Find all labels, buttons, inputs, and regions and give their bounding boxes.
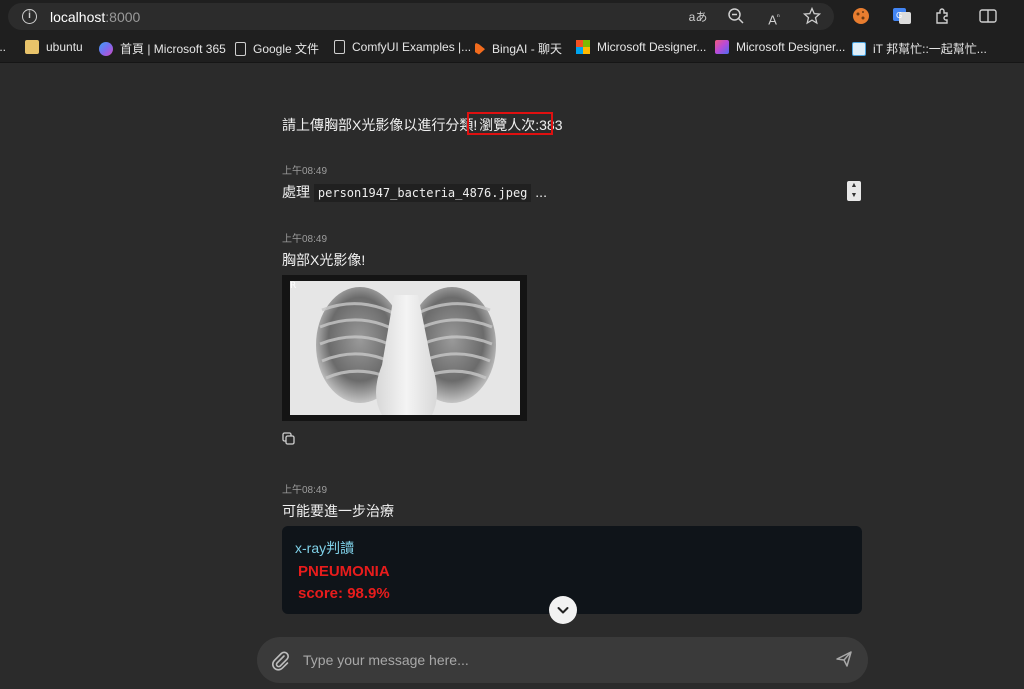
send-button[interactable] xyxy=(835,650,855,670)
image-caption: 胸部X光影像! xyxy=(282,252,366,268)
microsoft-icon xyxy=(576,40,590,54)
bookmark-microsoft-designer-2[interactable]: Microsoft Designer... xyxy=(715,40,845,54)
split-screen-icon[interactable] xyxy=(978,6,998,26)
bookmark-google-docs[interactable]: Google 文件 xyxy=(235,40,319,57)
scroll-down-button[interactable] xyxy=(549,596,577,624)
visitor-count-highlight-box xyxy=(467,112,553,135)
message-timestamp: 上午08:49 xyxy=(282,234,328,245)
address-bar[interactable]: i localhost:8000 aあ Aⁿ xyxy=(8,3,834,30)
message-input[interactable] xyxy=(303,648,823,672)
designer-icon xyxy=(715,40,729,54)
extensions-icon[interactable] xyxy=(933,6,953,26)
diagnosis-label: PNEUMONIA xyxy=(298,563,390,580)
url-text[interactable]: localhost:8000 xyxy=(50,9,140,25)
favorite-icon[interactable] xyxy=(802,6,822,27)
xray-image[interactable]: R xyxy=(282,275,527,421)
diagnosis-score: score: 98.9% xyxy=(298,585,390,602)
message-timestamp: 上午08:49 xyxy=(282,166,328,177)
translate-icon[interactable]: aあ xyxy=(688,7,708,27)
svg-text:G: G xyxy=(896,11,902,20)
ithome-icon xyxy=(852,41,866,56)
browser-toolbar: i localhost:8000 aあ Aⁿ G xyxy=(0,0,1024,33)
bookmark-item[interactable]: ... xyxy=(0,40,6,54)
scroll-stepper[interactable]: ▲ ▼ xyxy=(847,181,861,201)
bookmark-comfyui[interactable]: ComfyUI Examples |... xyxy=(334,40,471,54)
paperclip-icon xyxy=(272,651,289,671)
svg-text:R: R xyxy=(290,281,296,291)
cookie-extension-icon[interactable] xyxy=(851,6,871,26)
site-info-icon[interactable]: i xyxy=(22,9,37,24)
bookmark-bingai[interactable]: BingAI - 聊天 xyxy=(475,40,562,57)
read-aloud-icon[interactable]: Aⁿ xyxy=(764,7,784,27)
bookmarks-bar: ... ubuntu 首頁 | Microsoft 365 Google 文件 … xyxy=(0,33,1024,63)
result-card-title: x-ray判讀 xyxy=(295,540,355,556)
processing-message: 處理 person1947_bacteria_4876.jpeg ... xyxy=(282,184,547,202)
chevron-down-icon xyxy=(557,607,569,614)
attach-button[interactable] xyxy=(269,649,291,671)
bookmark-ithome[interactable]: iT 邦幫忙::一起幫忙... xyxy=(852,40,987,57)
send-icon xyxy=(836,651,852,667)
message-timestamp: 上午08:49 xyxy=(282,485,328,496)
document-icon xyxy=(235,41,246,56)
bookmark-microsoft-designer-1[interactable]: Microsoft Designer... xyxy=(576,40,706,54)
document-icon xyxy=(334,40,345,54)
filename-code: person1947_bacteria_4876.jpeg xyxy=(313,184,532,202)
message-composer xyxy=(257,637,868,683)
microsoft365-icon xyxy=(99,41,113,56)
zoom-out-icon[interactable] xyxy=(726,7,746,27)
bing-icon xyxy=(475,42,485,55)
result-message: 可能要進一步治療 xyxy=(282,503,394,519)
translate-extension-icon[interactable]: G xyxy=(892,6,912,26)
bookmark-microsoft365[interactable]: 首頁 | Microsoft 365 xyxy=(99,40,226,57)
intro-text: 請上傳胸部X光影像以進行分類! xyxy=(282,117,478,133)
copy-icon[interactable] xyxy=(282,432,295,445)
bookmark-ubuntu[interactable]: ubuntu xyxy=(25,40,83,54)
folder-icon xyxy=(25,40,39,54)
